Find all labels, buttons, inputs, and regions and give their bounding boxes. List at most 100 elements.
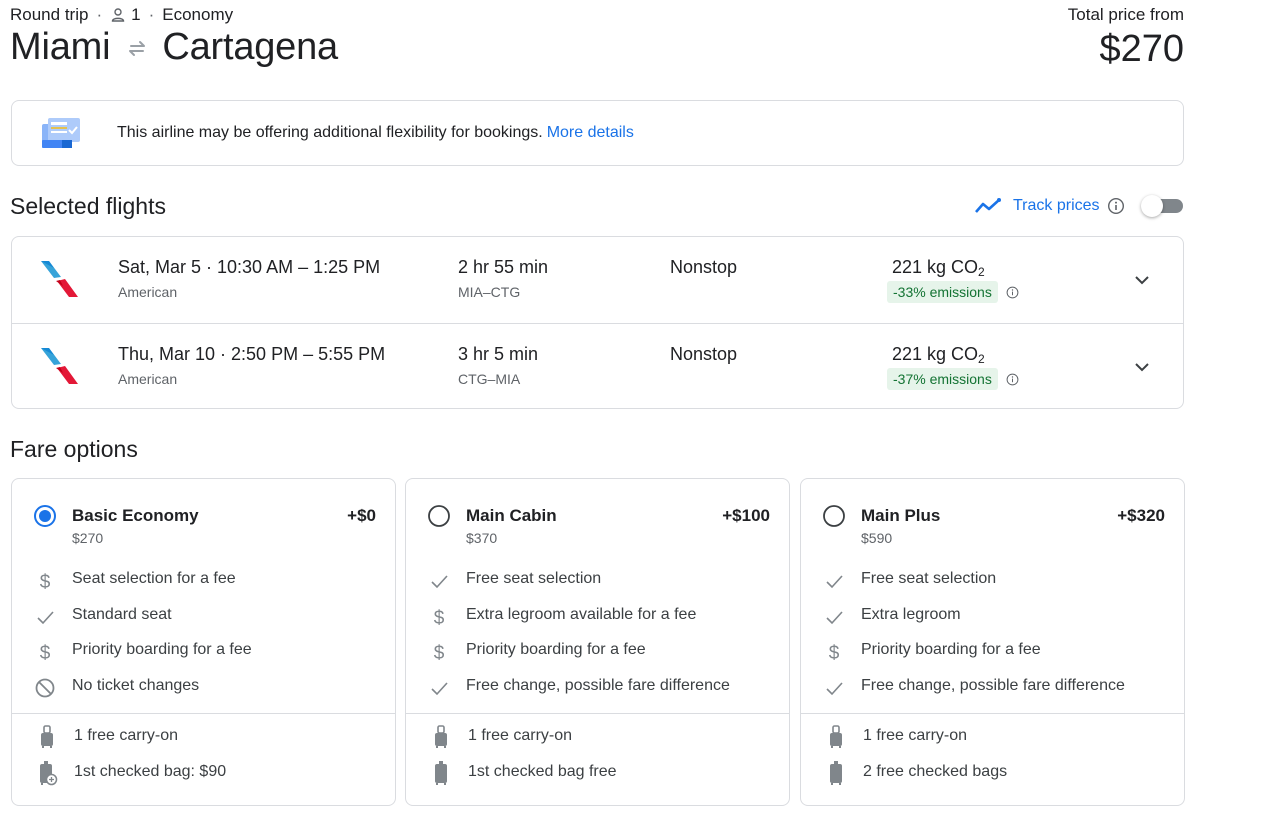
dollar-icon: $ xyxy=(34,570,56,593)
fare-feature: Standard seat xyxy=(12,604,395,628)
fare-option-card[interactable]: Main Plus $590 +$320 Free seat selection Ext… xyxy=(800,478,1185,806)
emissions-info-icon[interactable] xyxy=(1006,286,1019,299)
check-icon xyxy=(428,570,450,592)
svg-text:$: $ xyxy=(434,608,445,628)
block-icon xyxy=(34,677,56,699)
fare-divider xyxy=(801,713,1184,714)
flexibility-banner: This airline may be offering additional … xyxy=(11,100,1184,166)
baggage-text: 2 free checked bags xyxy=(863,763,1008,780)
svg-text:$: $ xyxy=(40,643,51,663)
total-price-label: Total price from xyxy=(1067,5,1184,24)
fare-name: Basic Economy xyxy=(72,506,199,525)
airline-name: American xyxy=(118,284,178,300)
fare-feature-text: Standard seat xyxy=(72,605,172,623)
dollar-icon: $ xyxy=(823,641,845,664)
fare-price: $270 xyxy=(72,530,104,546)
fare-feature-text: No ticket changes xyxy=(72,677,200,695)
fare-feature-text: Seat selection for a fee xyxy=(72,570,236,587)
swap-arrows-icon xyxy=(129,40,146,56)
toggle-knob xyxy=(1140,195,1163,217)
baggage-text: 1 free carry-on xyxy=(74,727,179,744)
fare-feature: Extra legroom xyxy=(801,604,1184,628)
flight-row[interactable]: Thu, Mar 10 · 2:50 PM – 5:55 PM American 3… xyxy=(12,323,1183,409)
fare-feature: $ Extra legroom available for a fee xyxy=(406,604,789,629)
flight-times: Thu, Mar 10 · 2:50 PM – 5:55 PM xyxy=(118,344,386,364)
fare-feature: $ Priority boarding for a fee xyxy=(801,639,1184,664)
co2-amount: 221 kg CO2 xyxy=(892,344,985,366)
flexible-booking-icon xyxy=(42,118,80,148)
dollar-icon: $ xyxy=(428,641,450,664)
destination-city: Cartagena xyxy=(162,26,338,68)
fare-feature-text: Extra legroom available for a fee xyxy=(466,605,697,623)
fare-price-difference: +$100 xyxy=(722,506,770,525)
flight-stops: Nonstop xyxy=(670,257,738,277)
check-icon xyxy=(428,677,450,699)
fare-feature: Free change, possible fare difference xyxy=(801,675,1184,699)
fare-option-card[interactable]: Basic Economy $270 +$0 $ Seat selection for … xyxy=(11,478,396,806)
svg-text:$: $ xyxy=(40,572,51,592)
baggage-item: 1st checked bag free xyxy=(406,760,789,786)
separator-dot: · xyxy=(96,5,103,24)
flight-airports: CTG–MIA xyxy=(458,371,521,387)
track-prices-label[interactable]: Track prices xyxy=(1013,197,1100,215)
fare-feature: $ Priority boarding for a fee xyxy=(12,639,395,664)
check-icon xyxy=(34,606,56,628)
fare-option-card[interactable]: Main Cabin $370 +$100 Free seat selection $ E… xyxy=(405,478,790,806)
american-airlines-logo-icon xyxy=(38,257,82,301)
expand-chevron-down-icon[interactable] xyxy=(1130,268,1154,292)
dollar-icon: $ xyxy=(428,606,450,629)
fare-radio-button[interactable] xyxy=(33,504,57,528)
fare-feature: Free seat selection xyxy=(801,568,1184,592)
baggage-item: 1st checked bag: $90 xyxy=(12,760,395,786)
flight-duration: 3 hr 5 min xyxy=(458,344,539,364)
flight-stops: Nonstop xyxy=(670,344,738,364)
baggage-item: 2 free checked bags xyxy=(801,760,1184,786)
separator-dot: · xyxy=(148,5,155,24)
fare-divider xyxy=(406,713,789,714)
flight-times: Sat, Mar 5 · 10:30 AM – 1:25 PM xyxy=(118,257,381,277)
check-icon xyxy=(823,570,845,592)
selected-flights-list: Sat, Mar 5 · 10:30 AM – 1:25 PM American 2… xyxy=(11,236,1184,409)
fare-feature-text: Priority boarding for a fee xyxy=(72,641,252,659)
fare-feature-text: Free seat selection xyxy=(861,570,997,587)
fare-divider xyxy=(12,713,395,714)
flight-row[interactable]: Sat, Mar 5 · 10:30 AM – 1:25 PM American 2… xyxy=(12,237,1183,323)
fare-feature: $ Seat selection for a fee xyxy=(12,568,395,593)
fare-name: Main Cabin xyxy=(466,506,557,525)
track-prices-toggle[interactable] xyxy=(1140,195,1183,217)
fare-price-difference: +$0 xyxy=(347,506,376,525)
carry-on-bag-icon xyxy=(825,724,847,750)
emissions-badge: -33% emissions xyxy=(887,281,998,303)
fare-feature: $ Priority boarding for a fee xyxy=(406,639,789,664)
expand-chevron-down-icon[interactable] xyxy=(1130,355,1154,379)
fare-feature: Free seat selection xyxy=(406,568,789,592)
passenger-count: 1 xyxy=(131,5,141,24)
baggage-text: 1st checked bag: $90 xyxy=(74,763,227,780)
banner-text: This airline may be offering additional … xyxy=(117,124,634,141)
more-details-link[interactable]: More details xyxy=(547,124,634,141)
fare-feature-text: Extra legroom xyxy=(861,605,961,623)
fare-feature-text: Free seat selection xyxy=(466,570,602,587)
person-icon xyxy=(111,8,125,22)
svg-text:$: $ xyxy=(434,643,445,663)
emissions-info-icon[interactable] xyxy=(1006,373,1019,386)
fare-radio-button[interactable] xyxy=(427,504,451,528)
fare-name: Main Plus xyxy=(861,506,941,525)
check-icon xyxy=(823,606,845,628)
dollar-icon: $ xyxy=(34,641,56,664)
baggage-item: 1 free carry-on xyxy=(801,724,1184,750)
fare-radio-button[interactable] xyxy=(822,504,846,528)
fare-price-difference: +$320 xyxy=(1117,506,1165,525)
trip-summary: Round trip · 1 · Economy xyxy=(10,5,233,25)
baggage-item: 1 free carry-on xyxy=(406,724,789,750)
selected-flights-title: Selected flights xyxy=(10,193,166,219)
info-icon[interactable] xyxy=(1107,197,1125,215)
emissions-badge: -37% emissions xyxy=(887,368,998,390)
check-icon xyxy=(823,677,845,699)
airline-name: American xyxy=(118,371,178,387)
checked-bag-icon xyxy=(430,760,452,786)
svg-text:$: $ xyxy=(829,643,840,663)
fare-feature-text: Priority boarding for a fee xyxy=(861,641,1041,659)
cabin-class: Economy xyxy=(162,5,234,24)
checked-bag-fee-icon xyxy=(36,760,58,786)
